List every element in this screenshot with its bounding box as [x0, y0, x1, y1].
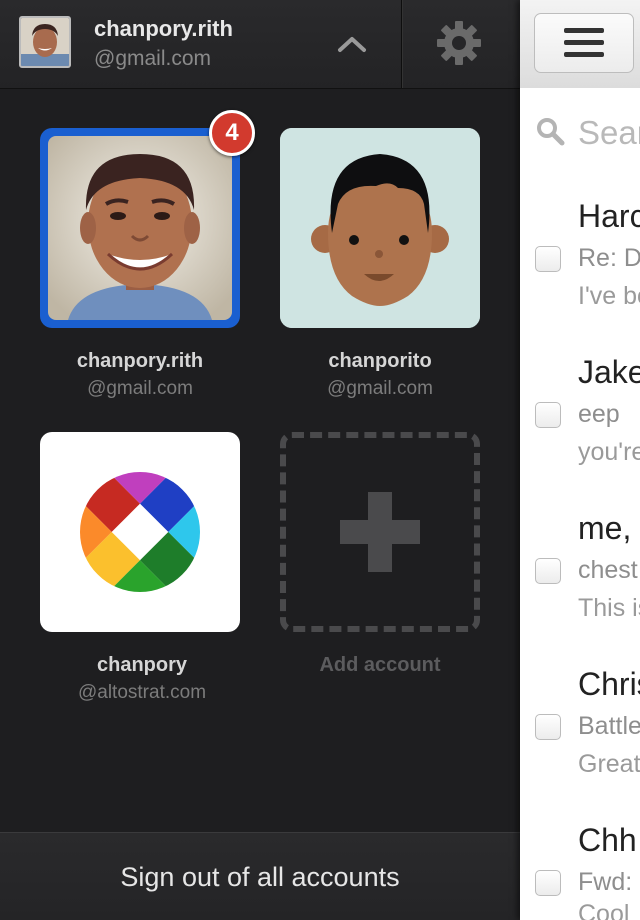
- settings-button[interactable]: [430, 14, 488, 72]
- sign-out-all-button[interactable]: Sign out of all accounts: [0, 832, 520, 920]
- sign-out-label: Sign out of all accounts: [120, 861, 400, 892]
- header-divider: [401, 0, 402, 88]
- current-account-domain: @gmail.com: [94, 47, 212, 70]
- mail-sender: Chris: [578, 666, 640, 702]
- unread-count-badge: 4: [209, 110, 255, 156]
- account-tile-chanpory-rith[interactable]: [40, 128, 240, 328]
- mail-sender: Harc: [578, 198, 640, 234]
- collapse-accounts-button[interactable]: [330, 22, 374, 66]
- mail-list-item[interactable]: Chh Fwd: Cool: [520, 800, 640, 920]
- mail-checkbox[interactable]: [535, 714, 561, 740]
- organization-logo: [55, 447, 225, 617]
- mail-sender: Chh: [578, 822, 637, 858]
- mail-checkbox[interactable]: [535, 402, 561, 428]
- account-tile-chanporito[interactable]: [280, 128, 480, 328]
- mail-subject: chest: [578, 556, 638, 584]
- add-account-button[interactable]: [280, 432, 480, 632]
- mail-checkbox[interactable]: [535, 246, 561, 272]
- mail-list-item[interactable]: Jake eep you're: [520, 332, 640, 489]
- plus-icon: [340, 492, 420, 572]
- search-icon: [537, 118, 565, 146]
- mail-list-item[interactable]: me, chest This is: [520, 488, 640, 645]
- inbox-panel: Sear Harc Re: D I've bo Jake eep you're …: [520, 0, 640, 920]
- account-photo: [48, 136, 232, 320]
- mail-snippet: Great: [578, 750, 640, 778]
- search-placeholder: Sear: [578, 114, 640, 151]
- mail-subject: Re: D: [578, 244, 640, 272]
- account-domain: @altostrat.com: [77, 682, 207, 703]
- hamburger-menu-icon: [564, 28, 604, 57]
- mail-subject: Fwd:: [578, 868, 633, 896]
- drawer-header: chanpory.rith @gmail.com: [0, 0, 520, 89]
- current-account-name: chanpory.rith: [94, 16, 233, 41]
- mail-subject: eep: [578, 400, 620, 428]
- account-name: chanpory: [96, 654, 188, 676]
- account-tile-chanpory-altostrat[interactable]: [40, 432, 240, 632]
- mail-list-item[interactable]: Chris Battle Great: [520, 644, 640, 801]
- mail-subject: Battle: [578, 712, 640, 740]
- mail-checkbox[interactable]: [535, 870, 561, 896]
- mail-snippet: I've bo: [578, 282, 640, 310]
- account-domain: @gmail.com: [87, 378, 193, 399]
- account-domain: @gmail.com: [327, 378, 433, 399]
- account-drawer: chanpory.rith @gmail.com 4 chanpory.rith…: [0, 0, 520, 920]
- search-bar[interactable]: Sear: [520, 88, 640, 177]
- mail-checkbox[interactable]: [535, 558, 561, 584]
- inbox-toolbar: [520, 0, 640, 89]
- add-account-label: Add account: [319, 654, 441, 676]
- mail-snippet: This is: [578, 594, 640, 622]
- current-account-avatar[interactable]: [19, 16, 71, 68]
- chevron-up-icon: [338, 37, 366, 52]
- gear-icon: [437, 21, 481, 65]
- mail-snippet: Cool: [578, 900, 630, 920]
- account-name: chanporito: [328, 350, 432, 372]
- mail-snippet: you're: [578, 438, 640, 466]
- avatar-illustration: [280, 128, 480, 328]
- mail-sender: Jake: [578, 354, 640, 390]
- mail-sender: me,: [578, 510, 632, 546]
- menu-button[interactable]: [534, 13, 634, 73]
- mail-list-item[interactable]: Harc Re: D I've bo: [520, 176, 640, 333]
- account-name: chanpory.rith: [76, 350, 204, 372]
